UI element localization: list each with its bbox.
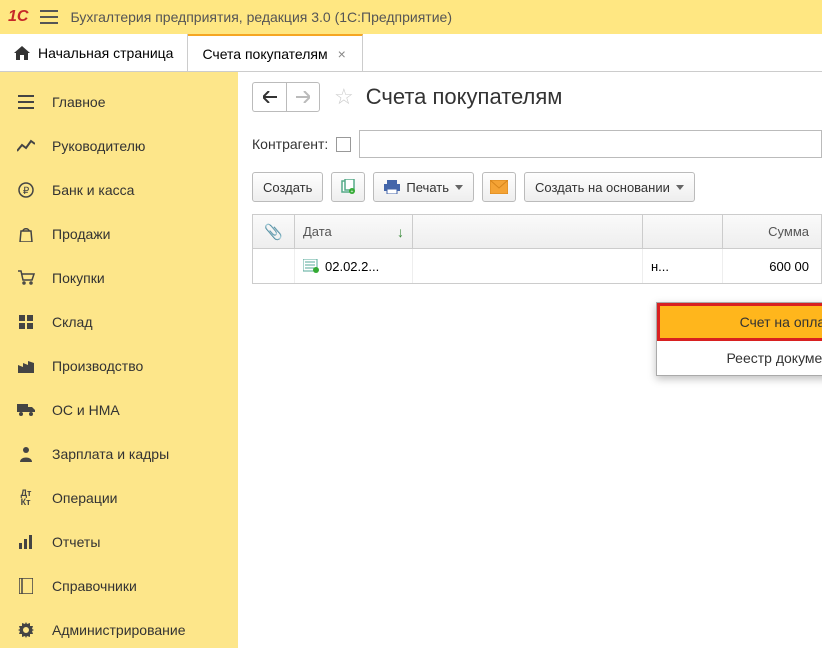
- app-title: Бухгалтерия предприятия, редакция 3.0 (1…: [70, 9, 452, 25]
- print-button[interactable]: Печать: [373, 172, 474, 202]
- sidebar-item-sales[interactable]: Продажи: [0, 212, 238, 256]
- chevron-down-icon: [676, 185, 684, 190]
- menu-icon[interactable]: [40, 10, 58, 24]
- home-icon: [14, 46, 30, 60]
- sidebar-item-references[interactable]: Справочники: [0, 564, 238, 608]
- page-title: Счета покупателям: [366, 84, 563, 110]
- sidebar-item-label: Справочники: [52, 578, 137, 594]
- person-icon: [16, 444, 36, 464]
- cell-date: 02.02.2...: [325, 259, 379, 274]
- create-based-button[interactable]: Создать на основании: [524, 172, 695, 202]
- book-icon: [16, 576, 36, 596]
- sidebar-item-label: Отчеты: [52, 534, 100, 550]
- mail-button[interactable]: [482, 172, 516, 202]
- dtkt-icon: ДтКт: [16, 488, 36, 508]
- sidebar-item-label: Покупки: [52, 270, 105, 286]
- column-counterparty[interactable]: [643, 215, 723, 248]
- sidebar-item-label: Администрирование: [52, 622, 186, 638]
- filter-checkbox[interactable]: [336, 137, 351, 152]
- print-icon: [384, 180, 400, 194]
- dropdown-item-registry[interactable]: Реестр документов: [657, 341, 822, 375]
- document-icon: [303, 259, 319, 273]
- sidebar-item-label: Зарплата и кадры: [52, 446, 169, 462]
- sidebar-item-bank[interactable]: ₽ Банк и касса: [0, 168, 238, 212]
- copy-icon: +: [340, 179, 356, 195]
- sidebar-item-operations[interactable]: ДтКт Операции: [0, 476, 238, 520]
- ruble-icon: ₽: [16, 180, 36, 200]
- sidebar-item-label: Банк и касса: [52, 182, 134, 198]
- counterparty-input[interactable]: [359, 130, 822, 158]
- logo-1c: 1C: [8, 8, 28, 26]
- cell-sum: 600 00: [769, 259, 809, 274]
- sidebar-item-label: Склад: [52, 314, 93, 330]
- data-table: 📎 Дата↓ Сумма 02.02.2... н... 600 00: [252, 214, 822, 284]
- tab-bar: Начальная страница Счета покупателям ×: [0, 34, 822, 72]
- chart-icon: [16, 136, 36, 156]
- sidebar-item-manager[interactable]: Руководителю: [0, 124, 238, 168]
- gear-icon: [16, 620, 36, 640]
- tab-accounts-label: Счета покупателям: [202, 46, 327, 62]
- grid-icon: [16, 312, 36, 332]
- title-bar: 1C Бухгалтерия предприятия, редакция 3.0…: [0, 0, 822, 34]
- column-date[interactable]: Дата↓: [295, 215, 413, 248]
- cell-counterparty: н...: [651, 259, 669, 274]
- factory-icon: [16, 356, 36, 376]
- tab-home[interactable]: Начальная страница: [0, 34, 188, 71]
- print-dropdown: Счет на оплату Реестр документов: [656, 302, 822, 376]
- sidebar-item-admin[interactable]: Администрирование: [0, 608, 238, 652]
- sidebar-item-warehouse[interactable]: Склад: [0, 300, 238, 344]
- tab-home-label: Начальная страница: [38, 45, 173, 61]
- filter-label: Контрагент:: [252, 136, 328, 152]
- bars-icon: [16, 532, 36, 552]
- cart-icon: [16, 268, 36, 288]
- svg-text:+: +: [351, 189, 354, 195]
- sidebar-item-label: Производство: [52, 358, 143, 374]
- sidebar-item-production[interactable]: Производство: [0, 344, 238, 388]
- column-attachment[interactable]: 📎: [253, 215, 295, 248]
- back-button[interactable]: [252, 82, 286, 112]
- attachment-icon: 📎: [264, 223, 283, 241]
- sidebar-item-main[interactable]: Главное: [0, 80, 238, 124]
- column-number[interactable]: [413, 215, 643, 248]
- sidebar-item-label: Руководителю: [52, 138, 145, 154]
- truck-icon: [16, 400, 36, 420]
- content-area: ☆ Счета покупателям Контрагент: Создать …: [238, 72, 822, 648]
- sidebar: Главное Руководителю ₽ Банк и касса Прод…: [0, 72, 238, 648]
- mail-icon: [490, 180, 508, 194]
- create-button[interactable]: Создать: [252, 172, 323, 202]
- sort-asc-icon: ↓: [397, 224, 404, 240]
- sidebar-item-purchases[interactable]: Покупки: [0, 256, 238, 300]
- tab-accounts[interactable]: Счета покупателям ×: [188, 34, 362, 71]
- chevron-down-icon: [455, 185, 463, 190]
- sidebar-item-assets[interactable]: ОС и НМА: [0, 388, 238, 432]
- sidebar-item-label: ОС и НМА: [52, 402, 120, 418]
- copy-button[interactable]: +: [331, 172, 365, 202]
- sidebar-item-label: Операции: [52, 490, 118, 506]
- column-sum[interactable]: Сумма: [723, 215, 821, 248]
- sidebar-item-salary[interactable]: Зарплата и кадры: [0, 432, 238, 476]
- forward-button[interactable]: [286, 82, 320, 112]
- svg-text:₽: ₽: [23, 186, 30, 197]
- sidebar-item-label: Продажи: [52, 226, 110, 242]
- sidebar-item-reports[interactable]: Отчеты: [0, 520, 238, 564]
- menu-icon: [16, 92, 36, 112]
- bag-icon: [16, 224, 36, 244]
- close-icon[interactable]: ×: [336, 46, 348, 62]
- sidebar-item-label: Главное: [52, 94, 106, 110]
- favorite-icon[interactable]: ☆: [334, 84, 354, 110]
- dropdown-item-invoice[interactable]: Счет на оплату: [657, 303, 822, 341]
- table-row[interactable]: 02.02.2... н... 600 00: [253, 249, 821, 283]
